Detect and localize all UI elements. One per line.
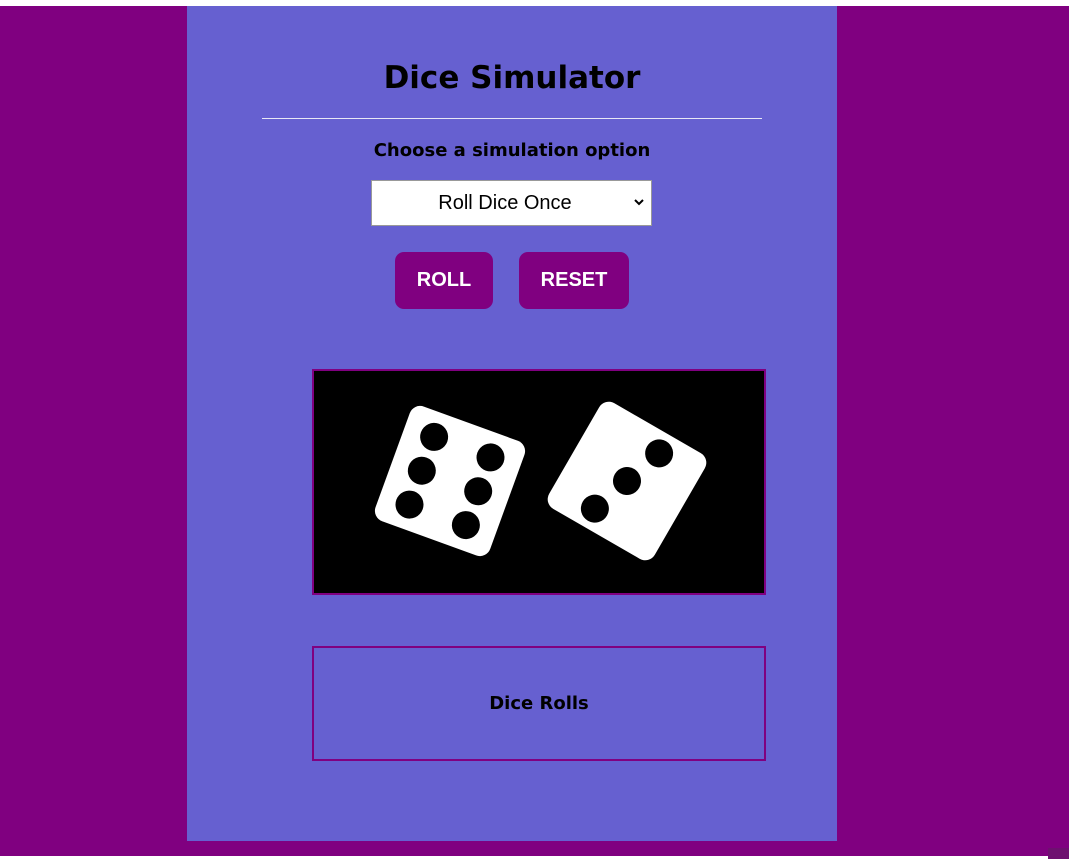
die-face-6-icon [374, 405, 526, 557]
page-title: Dice Simulator [383, 60, 641, 96]
reset-button[interactable]: RESET [519, 252, 629, 309]
dice-display [312, 369, 766, 595]
selected-option-text: Roll Dice Once [438, 192, 572, 214]
die-face-3-icon [547, 401, 707, 561]
dice-rolls-title: Dice Rolls [489, 693, 589, 714]
roll-button[interactable]: ROLL [395, 252, 493, 309]
title-divider [262, 118, 762, 119]
dice-rolls-panel: Dice Rolls [312, 646, 766, 761]
simulation-option-select[interactable]: Roll Dice Once [371, 180, 652, 226]
simulator-panel: Dice Simulator Choose a simulation optio… [187, 6, 837, 841]
corner-mark [1048, 848, 1069, 859]
chevron-down-icon [634, 199, 644, 206]
simulation-option-label: Choose a simulation option [373, 140, 651, 161]
dice-image [374, 401, 707, 561]
